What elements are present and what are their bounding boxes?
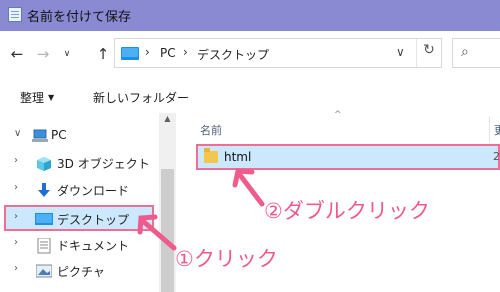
address-divider — [416, 39, 417, 67]
forward-button[interactable]: → — [34, 45, 52, 63]
file-row-html[interactable]: html 2 — [196, 144, 500, 170]
navigation-bar: ← → ∨ ↑ › PC › デスクトップ ∨ ↻ ⌕ — [0, 31, 500, 79]
pc-icon — [32, 129, 48, 142]
annotation-step1-label: ①クリック — [175, 247, 278, 271]
file-name: html — [224, 150, 252, 164]
chevron-right-icon[interactable]: › — [14, 263, 18, 274]
window-title: 名前を付けて保存 — [27, 10, 132, 25]
sidebar-item-label: ダウンロード — [57, 184, 130, 198]
chevron-right-icon[interactable]: › — [14, 237, 18, 248]
desktop-folder-icon — [121, 47, 139, 60]
app-icon — [8, 7, 22, 22]
sidebar-item-pictures[interactable]: › ピクチャ — [0, 259, 170, 283]
sidebar-item-documents[interactable]: › ドキュメント — [0, 233, 170, 257]
sidebar-item-label: デスクトップ — [57, 213, 130, 227]
sidebar-item-label: PC — [51, 128, 67, 142]
sidebar-item-3d-objects[interactable]: › 3D オブジェクト — [0, 151, 170, 175]
sidebar-item-label: 3D オブジェクト — [57, 157, 150, 171]
address-dropdown-button[interactable]: ∨ — [396, 45, 405, 59]
file-modified-date: 2 — [493, 150, 500, 163]
sort-ascending-icon: ^ — [334, 110, 342, 120]
column-header-name[interactable]: 名前 — [200, 122, 222, 138]
navigation-pane: ∨ PC › 3D オブジェクト › ダウンロード › デスクトップ › ドキュ… — [0, 113, 175, 292]
chevron-right-icon[interactable]: › — [14, 211, 18, 222]
sidebar-item-pc[interactable]: ∨ PC — [0, 124, 170, 148]
caret-down-icon: ▼ — [48, 93, 55, 102]
sidebar-item-desktop[interactable]: › デスクトップ — [4, 205, 154, 231]
scroll-up-arrow-icon[interactable]: ▲ — [160, 114, 175, 123]
chevron-right-icon[interactable]: › — [145, 45, 150, 59]
document-icon — [37, 238, 51, 254]
annotation-step2-label: ②ダブルクリック — [264, 199, 430, 223]
column-divider[interactable] — [489, 116, 490, 142]
title-bar: 名前を付けて保存 — [0, 0, 500, 31]
sidebar-item-downloads[interactable]: › ダウンロード — [0, 178, 170, 202]
sidebar-item-label: ピクチャ — [57, 265, 105, 279]
column-header-modified[interactable]: 更 — [494, 122, 500, 138]
desktop-icon — [35, 213, 53, 225]
pictures-icon — [36, 264, 52, 278]
chevron-right-icon[interactable]: › — [14, 182, 18, 193]
chevron-right-icon[interactable]: › — [14, 155, 18, 166]
breadcrumb-pc[interactable]: PC — [160, 46, 176, 60]
breadcrumb-desktop[interactable]: デスクトップ — [197, 46, 269, 63]
organize-label: 整理 — [20, 91, 45, 105]
chevron-right-icon[interactable]: › — [183, 45, 188, 59]
search-box[interactable]: ⌕ — [452, 38, 500, 68]
new-folder-button[interactable]: 新しいフォルダー — [93, 89, 189, 106]
search-icon: ⌕ — [461, 44, 469, 60]
nav-scrollbar-thumb[interactable] — [161, 169, 174, 292]
download-icon — [38, 183, 50, 197]
folder-icon — [204, 148, 218, 163]
organize-button[interactable]: 整理 ▼ — [20, 89, 54, 106]
address-bar[interactable]: › PC › デスクトップ ∨ ↻ — [114, 38, 442, 68]
back-button[interactable]: ← — [8, 45, 26, 63]
chevron-down-icon[interactable]: ∨ — [14, 128, 21, 139]
sidebar-item-label: ドキュメント — [57, 239, 130, 253]
3d-objects-icon — [37, 157, 51, 171]
up-button[interactable]: ↑ — [94, 45, 112, 63]
command-bar: 整理 ▼ 新しいフォルダー — [0, 79, 500, 113]
recent-locations-button[interactable]: ∨ — [58, 45, 76, 63]
refresh-button[interactable]: ↻ — [419, 42, 439, 58]
